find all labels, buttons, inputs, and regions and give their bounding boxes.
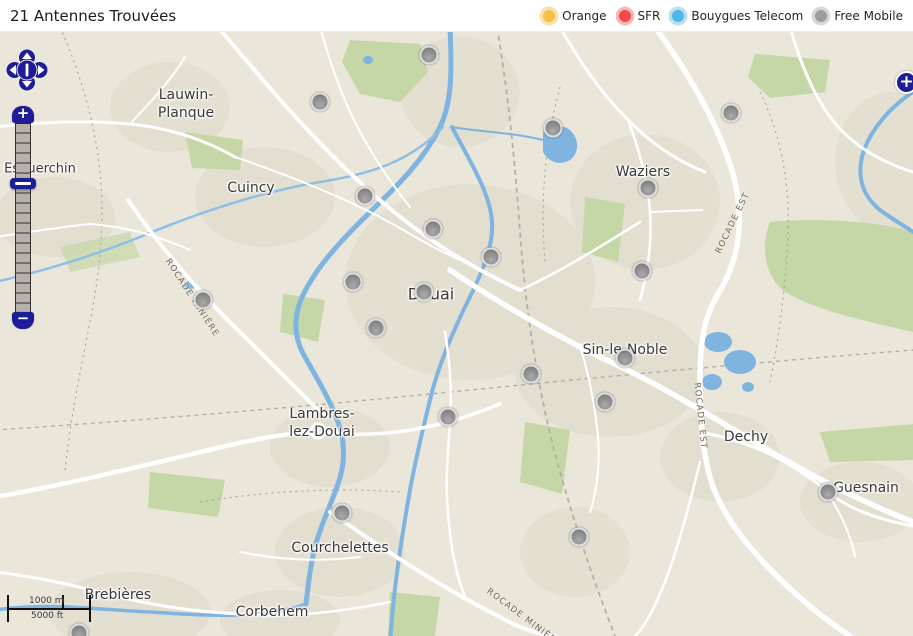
antenna-marker[interactable] [543, 118, 563, 138]
scale-bar-tick [7, 595, 9, 622]
legend: Orange SFR Bouygues Telecom Free Mobile [540, 6, 903, 25]
operator-color-icon [540, 6, 559, 25]
map-canvas [0, 32, 913, 636]
results-count-title: 21 Antennes Trouvées [10, 6, 177, 25]
legend-label: Free Mobile [834, 8, 903, 23]
operator-color-icon [669, 6, 688, 25]
antenna-marker[interactable] [615, 348, 635, 368]
antenna-marker[interactable] [632, 261, 652, 281]
antenna-marker[interactable] [481, 247, 501, 267]
legend-label: SFR [637, 8, 661, 23]
map-container[interactable]: ROCADE MINIÈRE ROCADE EST ROCADE EST ROCADE… [0, 32, 913, 636]
legend-item-free-mobile: Free Mobile [812, 6, 903, 25]
header-bar: 21 Antennes Trouvées Orange SFR Bouygues T… [0, 0, 913, 32]
antenna-marker[interactable] [595, 392, 615, 412]
legend-item-bouygues-telecom: Bouygues Telecom [669, 6, 804, 25]
antenna-marker[interactable] [818, 482, 838, 502]
scale-metric-label: 1000 m [29, 596, 64, 606]
antenna-marker[interactable] [343, 272, 363, 292]
zoom-in-button[interactable]: + [12, 106, 34, 123]
scale-bar-tick [89, 595, 91, 622]
pan-rosette-icon [5, 48, 49, 92]
antenna-marker[interactable] [366, 318, 386, 338]
legend-item-orange: Orange [540, 6, 607, 25]
pan-control[interactable] [5, 48, 49, 96]
antenna-marker[interactable] [638, 178, 658, 198]
panel-toggle-button[interactable]: + [895, 71, 913, 94]
legend-item-sfr: SFR [615, 6, 661, 25]
legend-label: Bouygues Telecom [691, 8, 804, 23]
operator-color-icon [812, 6, 831, 25]
antenna-marker[interactable] [569, 527, 589, 547]
zoom-slider-track[interactable] [15, 123, 31, 314]
zoom-slider-handle[interactable] [10, 178, 36, 189]
antenna-marker[interactable] [355, 186, 375, 206]
antenna-marker[interactable] [414, 282, 434, 302]
scale-bar-line [7, 608, 91, 610]
antenna-marker[interactable] [419, 45, 439, 65]
antenna-marker[interactable] [310, 92, 330, 112]
antenna-marker[interactable] [721, 103, 741, 123]
antenna-marker[interactable] [423, 219, 443, 239]
pan-center-icon [25, 63, 29, 77]
antenna-marker[interactable] [438, 407, 458, 427]
legend-label: Orange [562, 8, 607, 23]
antenna-marker[interactable] [521, 364, 541, 384]
antenna-marker[interactable] [193, 290, 213, 310]
scale-imperial-label: 5000 ft [31, 611, 64, 621]
antenna-marker[interactable] [332, 503, 352, 523]
scale-bar: 1000 m 5000 ft [7, 595, 102, 627]
operator-color-icon [615, 6, 634, 25]
